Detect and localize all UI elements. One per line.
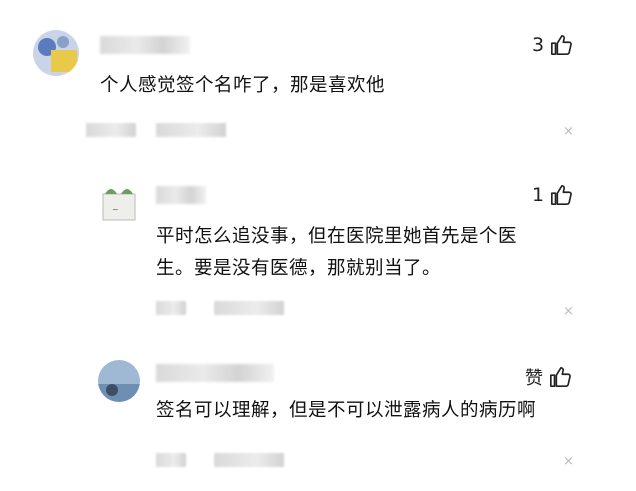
- avatar-image: ~: [96, 180, 142, 226]
- close-icon[interactable]: ×: [563, 124, 574, 139]
- comment-meta-blurred: [86, 123, 226, 137]
- close-icon[interactable]: ×: [563, 304, 574, 319]
- username-blurred[interactable]: [156, 364, 274, 382]
- thumbs-up-icon: [551, 185, 573, 205]
- avatar[interactable]: [98, 360, 140, 402]
- like-label: 赞: [525, 368, 543, 389]
- avatar-image: [98, 360, 140, 402]
- comment-meta-blurred: [156, 301, 284, 315]
- comment-text-line-1: 平时怎么追没事，但在医院里她首先是个医: [156, 226, 518, 247]
- comment-text: 个人感觉签个名咋了，那是喜欢他: [100, 75, 386, 96]
- like-button[interactable]: 1: [532, 184, 573, 206]
- like-button[interactable]: 赞: [525, 364, 571, 390]
- avatar-image: [33, 30, 79, 76]
- svg-text:~: ~: [112, 205, 119, 214]
- comment-item: 赞 签名可以理解，但是不可以泄露病人的病历啊 ×: [0, 350, 636, 491]
- thumbs-up-icon: [550, 367, 571, 387]
- comment-text-line-2: 生。要是没有医德，那就别当了。: [156, 258, 442, 279]
- like-button[interactable]: 3: [532, 34, 573, 56]
- username-blurred[interactable]: [100, 36, 190, 54]
- avatar[interactable]: [33, 30, 79, 76]
- close-icon[interactable]: ×: [563, 454, 574, 469]
- comment-item: 3 个人感觉签个名咋了，那是喜欢他 ×: [0, 0, 636, 150]
- comment-meta-blurred: [156, 453, 284, 467]
- comment-text: 签名可以理解，但是不可以泄露病人的病历啊: [156, 400, 537, 421]
- thumbs-up-icon: [551, 35, 573, 55]
- avatar[interactable]: ~: [96, 180, 142, 226]
- like-count: 1: [532, 184, 545, 206]
- username-blurred[interactable]: [156, 186, 206, 204]
- like-count: 3: [532, 34, 545, 56]
- comment-item: ~ 1 平时怎么追没事，但在医院里她首先是个医 生。要是没有医德，那就别当了。 …: [0, 170, 636, 330]
